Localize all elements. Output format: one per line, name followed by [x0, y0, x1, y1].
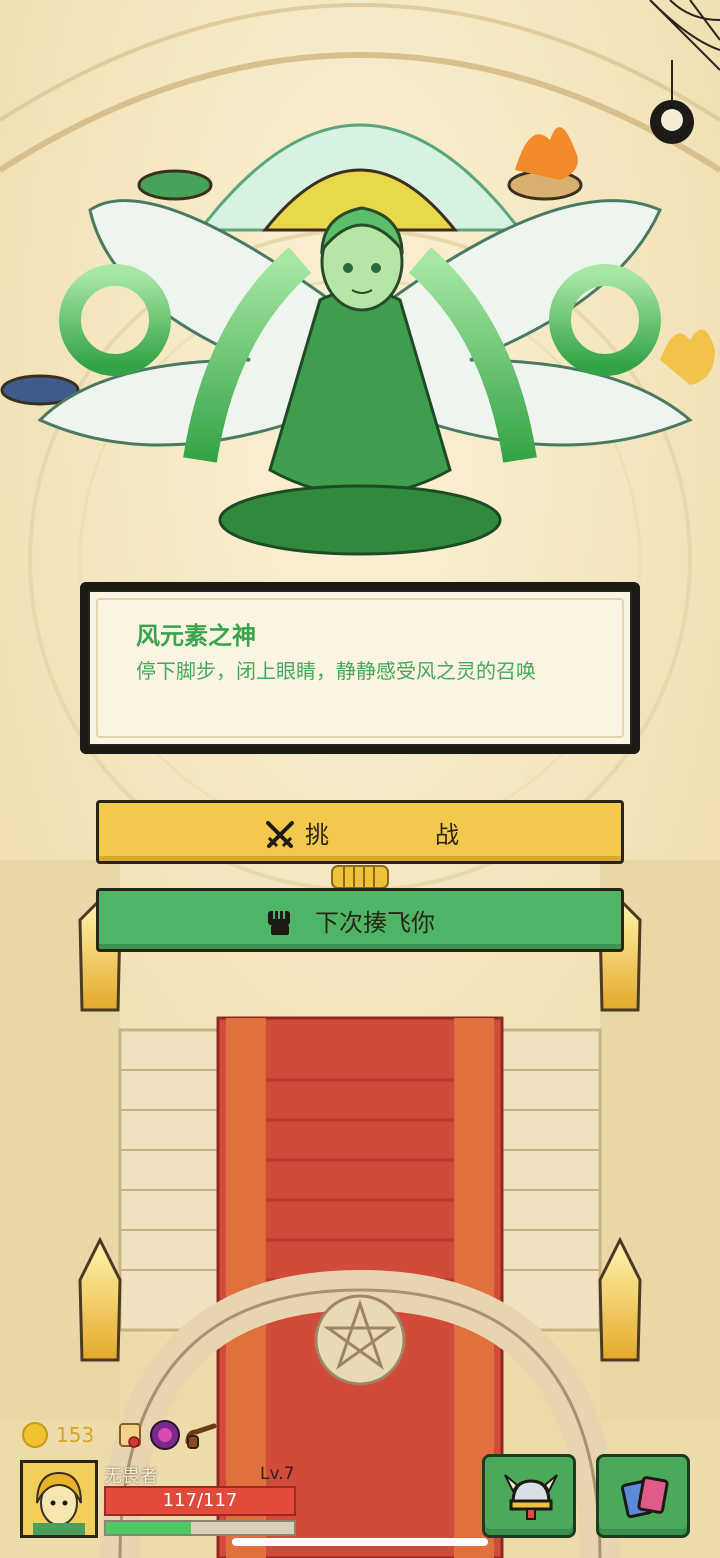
avatar[interactable] — [20, 1460, 98, 1538]
cards-menu-button[interactable] — [596, 1454, 690, 1538]
challenge-label-first: 挑 — [305, 820, 329, 849]
viking-helmet-icon — [504, 1474, 558, 1520]
challenge-label-second: 战 — [435, 820, 459, 849]
hp-bar: 117/117 — [104, 1486, 296, 1516]
flee-button[interactable]: 下次揍飞你 — [96, 888, 624, 952]
flee-label: 下次揍飞你 — [315, 908, 435, 937]
coin-icon — [22, 1422, 48, 1448]
crossed-swords-icon — [266, 821, 294, 848]
player-name: 无畏者 — [104, 1466, 158, 1487]
coin-count: 153 — [56, 1423, 95, 1447]
challenge-button[interactable]: 挑 战 — [96, 800, 624, 864]
player-level: Lv.7 — [260, 1464, 295, 1484]
resource-bar: 153 — [22, 1418, 218, 1452]
cards-icon — [620, 1476, 669, 1519]
boss-description: 停下脚步，闭上眼睛，静静感受风之灵的召唤 — [136, 659, 536, 683]
boss-dialog: 风元素之神 停下脚步，闭上眼睛，静静感受风之灵的召唤 — [80, 582, 640, 754]
fist-icon — [268, 911, 290, 935]
scroll-icon[interactable] — [114, 1418, 146, 1452]
rune-orb-icon[interactable] — [148, 1418, 182, 1452]
hero-portrait-icon — [23, 1463, 95, 1535]
pipe-icon[interactable] — [184, 1418, 218, 1452]
button-connector — [331, 865, 389, 889]
xp-fill — [106, 1522, 191, 1534]
boss-name: 风元素之神 — [136, 622, 256, 650]
game-scene — [0, 0, 720, 1558]
home-indicator[interactable] — [232, 1538, 488, 1546]
hp-text: 117/117 — [162, 1490, 238, 1511]
xp-bar — [104, 1520, 296, 1536]
hero-menu-button[interactable] — [482, 1454, 576, 1538]
